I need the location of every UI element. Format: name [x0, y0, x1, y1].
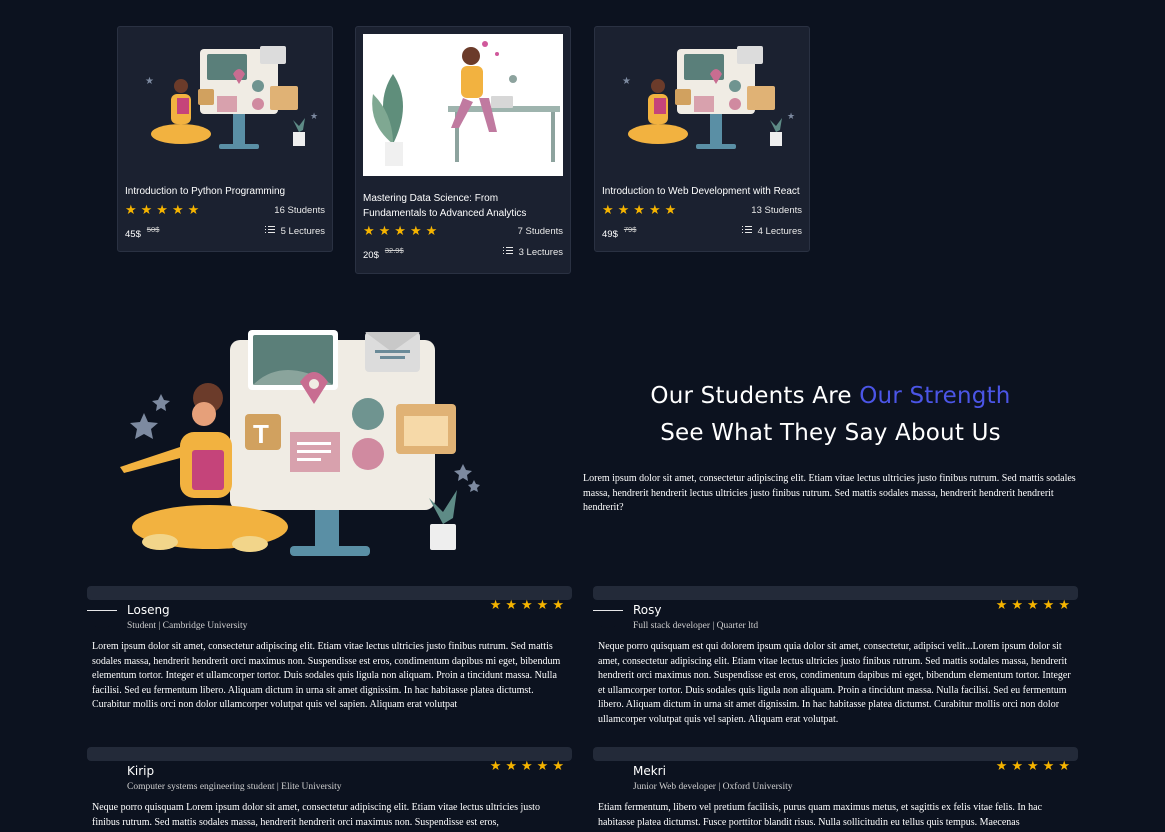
lectures-label: 4 Lectures	[757, 226, 802, 237]
lectures-count: 4 Lectures	[741, 226, 802, 237]
rating-stars: ★★★★★	[602, 202, 681, 217]
review-card: Kirip Computer systems engineering stude…	[87, 747, 572, 832]
old-price: 32.9$	[384, 246, 404, 255]
reviewer-name: Rosy	[633, 603, 662, 617]
students-count: 7 Students	[517, 226, 563, 237]
svg-text:T: T	[253, 419, 269, 449]
review-text: Etiam fermentum, libero vel pretium faci…	[598, 802, 1043, 828]
review-text: Neque porro quisquam Lorem ipsum dolor s…	[92, 802, 540, 828]
reviewer-name: Mekri	[633, 764, 666, 778]
reviewer-role: Computer systems engineering student | E…	[127, 782, 342, 792]
section-intro: Lorem ipsum dolor sit amet, consectetur …	[583, 473, 1076, 513]
students-count: 13 Students	[751, 205, 802, 216]
course-illustration: ★ ★	[145, 46, 318, 149]
list-icon	[741, 226, 752, 234]
course-price: 45$ 50$	[125, 225, 159, 240]
heading-accent: Our Strength	[859, 383, 1011, 409]
course-title[interactable]: Introduction to Python Programming	[125, 184, 325, 199]
hero-illustration: T	[100, 322, 500, 562]
course-illustration: ★ ★	[622, 46, 795, 149]
course-illustration	[363, 34, 563, 176]
svg-text:★: ★	[622, 76, 631, 87]
rating-stars: ★★★★★	[995, 597, 1074, 612]
review-card: Rosy Full stack developer | Quarter ltd …	[593, 586, 1078, 731]
avatar	[593, 600, 623, 628]
review-text: Lorem ipsum dolor sit amet, consectetur …	[92, 641, 561, 710]
old-price: 50$	[146, 225, 160, 234]
course-image: ★ ★	[602, 34, 802, 176]
reviewer-name: Loseng	[127, 603, 170, 617]
reviewer-role: Full stack developer | Quarter ltd	[633, 621, 759, 631]
current-price: 20$	[363, 250, 379, 261]
course-title[interactable]: Introduction to Web Development with Rea…	[602, 184, 802, 199]
review-card: Loseng Student | Cambridge University ★★…	[87, 586, 572, 731]
course-title[interactable]: Mastering Data Science: From Fundamental…	[363, 191, 563, 221]
reviewer-role: Student | Cambridge University	[127, 621, 248, 631]
students-count: 16 Students	[274, 205, 325, 216]
old-price: 79$	[623, 225, 637, 234]
rating-stars: ★★★★★	[125, 202, 204, 217]
current-price: 49$	[602, 229, 618, 240]
current-price: 45$	[125, 229, 141, 240]
course-card[interactable]: ★ ★ Introduction to Web Development with…	[594, 26, 810, 252]
rating-stars: ★★★★★	[995, 758, 1074, 773]
course-image: ★ ★	[125, 34, 325, 176]
avatar	[87, 600, 117, 628]
list-icon	[502, 247, 513, 255]
lectures-count: 3 Lectures	[502, 247, 563, 258]
reviewer-name: Kirip	[127, 764, 155, 778]
svg-text:★: ★	[145, 76, 154, 87]
lectures-label: 5 Lectures	[280, 226, 325, 237]
svg-text:★: ★	[787, 111, 795, 121]
course-card[interactable]: ★ ★ Introduction to Python Programming ★…	[117, 26, 333, 252]
section-subheading: See What They Say About Us	[660, 420, 1001, 446]
course-card[interactable]: Mastering Data Science: From Fundamental…	[355, 26, 571, 274]
review-text: Neque porro quisquam est qui dolorem ips…	[598, 641, 1071, 725]
review-card: Mekri Junior Web developer | Oxford Univ…	[593, 747, 1078, 832]
course-image	[363, 34, 563, 176]
reviewer-role: Junior Web developer | Oxford University	[633, 782, 793, 792]
svg-text:★: ★	[310, 111, 318, 121]
rating-stars: ★★★★★	[489, 758, 568, 773]
rating-stars: ★★★★★	[363, 223, 442, 238]
rating-stars: ★★★★★	[489, 597, 568, 612]
heading-text: Our Students Are	[650, 383, 860, 409]
section-heading: Our Students Are Our Strength	[583, 383, 1078, 409]
course-price: 49$ 79$	[602, 225, 636, 240]
lectures-count: 5 Lectures	[264, 226, 325, 237]
lectures-label: 3 Lectures	[518, 247, 563, 258]
list-icon	[264, 226, 275, 234]
course-price: 20$ 32.9$	[363, 246, 404, 261]
